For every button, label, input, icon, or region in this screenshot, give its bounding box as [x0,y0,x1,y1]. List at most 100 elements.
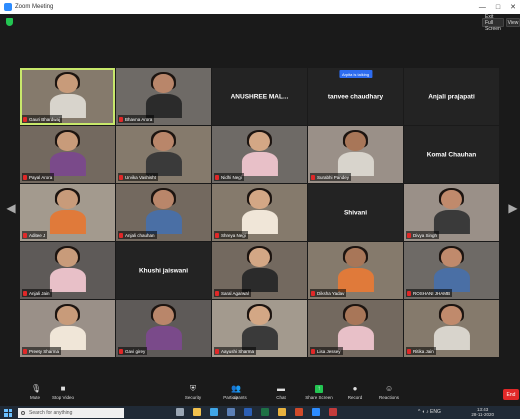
participant-name: Shreya Negi [221,232,246,238]
participant-tile[interactable]: Khushi jaiswani [116,242,211,299]
participants-button[interactable]: 👥42 Participants [218,385,252,405]
participant-tile[interactable]: Lisa Jessey [308,300,403,357]
participant-display-name: Shivani [343,209,368,216]
participant-video [337,130,374,177]
share-icon: ↑ [315,385,323,393]
participant-tile[interactable]: Shivani [308,184,403,241]
muted-mic-icon [215,348,219,354]
participant-name-tag: Aditee J [22,231,48,239]
participant-display-name: Khushi jaiswani [138,267,189,274]
participant-name-tag: Saral Agarwal [214,289,251,297]
shield-button[interactable]: ⛨ Security [176,385,210,405]
toolbar-label: Record [347,395,363,400]
participant-tile[interactable]: Surabhi Pandey [308,126,403,183]
exit-fullscreen-button[interactable]: Exit Full Screen [482,14,504,32]
muted-mic-icon [407,290,411,296]
record-icon: ● [352,384,358,393]
participant-video [433,188,470,235]
task-view-icon[interactable] [176,408,184,416]
participant-tile[interactable]: ROSHANI JHAMB [404,242,499,299]
participant-tile[interactable]: Ritika Jain [404,300,499,357]
excel-icon[interactable] [261,408,269,416]
participant-tile[interactable]: Anjali prajapati [404,68,499,125]
participant-tile[interactable]: Diksha Yadav [308,242,403,299]
clock[interactable]: 13:43 28-11-2020 [471,407,494,417]
search-icon [21,410,25,415]
participant-tile[interactable]: Gauri Bhardwaj [20,68,115,125]
participant-display-name: Komal Chauhan [426,151,477,158]
maximize-button[interactable]: □ [496,4,500,11]
encryption-shield-icon[interactable] [6,18,13,26]
participant-video [145,188,182,235]
participant-name: Nidhi Negi [221,174,242,180]
participant-name-tag: Bhavna Arora [118,115,155,123]
end-meeting-button[interactable]: End [503,389,519,400]
participant-tile[interactable]: Shreya Negi [212,184,307,241]
participant-tile[interactable]: tanvee chaudhary Arpita is talking [308,68,403,125]
app-icon[interactable] [329,408,337,416]
toolbar-label: Reactions [378,395,399,400]
title-bar: Zoom Meeting — □ ✕ [0,0,520,14]
participant-name-tag: Aayushi Sharma [214,347,257,355]
minimize-button[interactable]: — [479,4,486,11]
file-explorer-icon[interactable] [193,408,201,416]
powerpoint-icon[interactable] [295,408,303,416]
participant-tile[interactable]: Nidhi Negi [212,126,307,183]
reactions-button[interactable]: ☺ Reactions [372,385,406,405]
toolbar-label: Stop Video [52,395,74,400]
windows-taskbar: Search for anything ^ ◖ ♪ ENG 13:43 28-1… [0,406,520,419]
view-button[interactable]: View [506,18,520,27]
participant-tile[interactable]: Preety Sharma [20,300,115,357]
word-icon[interactable] [244,408,252,416]
participant-tile[interactable]: Anjali chauhan [116,184,211,241]
participant-video [241,246,278,293]
edge-icon[interactable] [210,408,218,416]
muted-mic-icon [119,116,123,122]
participant-video [145,72,182,119]
participant-tile[interactable]: Bhavna Arora [116,68,211,125]
next-page-icon[interactable]: ▶ [508,196,518,220]
participant-video [337,304,374,351]
share-button[interactable]: ↑ Share Screen [302,385,336,405]
participant-display-name: Anjali prajapati [428,93,475,100]
muted-mic-icon [23,232,27,238]
participant-tile[interactable]: Komal Chauhan [404,126,499,183]
participant-tile[interactable]: Payal Arora [20,126,115,183]
participant-video [241,304,278,351]
close-button[interactable]: ✕ [510,3,516,11]
video-button[interactable]: ■ Stop Video [46,385,80,405]
toolbar-label: Security [184,395,202,400]
muted-mic-icon [23,174,27,180]
toolbar-label: Mute [29,395,40,400]
participant-tile[interactable]: Aditee J [20,184,115,241]
participant-tile[interactable]: ANUSHREE MAL... [212,68,307,125]
participant-video [49,72,86,119]
muted-mic-icon [23,290,27,296]
participant-tile[interactable]: Gavi girey [116,300,211,357]
record-button[interactable]: ● Record [338,385,372,405]
taskbar-search-input[interactable]: Search for anything [18,407,124,418]
chat-button[interactable]: ▬ Chat [264,385,298,405]
muted-mic-icon [23,348,27,354]
participant-tile[interactable]: Anjali Jain [20,242,115,299]
participant-tile[interactable]: Saral Agarwal [212,242,307,299]
participant-tile[interactable]: Divya Singh [404,184,499,241]
windows-start-icon[interactable] [4,408,12,417]
previous-page-icon[interactable]: ◀ [6,196,16,220]
participant-tile[interactable]: Urvika Vashisht [116,126,211,183]
participant-name: Aditee J [29,232,46,238]
zoom-taskbar-icon[interactable] [312,408,320,416]
participant-name-tag: Preety Sharma [22,347,62,355]
chrome-icon[interactable] [278,408,286,416]
muted-mic-icon [23,116,27,122]
muted-mic-icon [215,174,219,180]
participant-tile[interactable]: Aayushi Sharma [212,300,307,357]
participant-name-tag: Surabhi Pandey [310,173,352,181]
participant-name: Saral Agarwal [221,290,249,296]
participant-video [49,188,86,235]
store-icon[interactable] [227,408,235,416]
participant-name-tag: Nidhi Negi [214,173,244,181]
participant-name-tag: Divya Singh [406,231,440,239]
participant-name: Gauri Bhardwaj [29,116,61,122]
taskbar-search-placeholder: Search for anything [29,409,73,416]
